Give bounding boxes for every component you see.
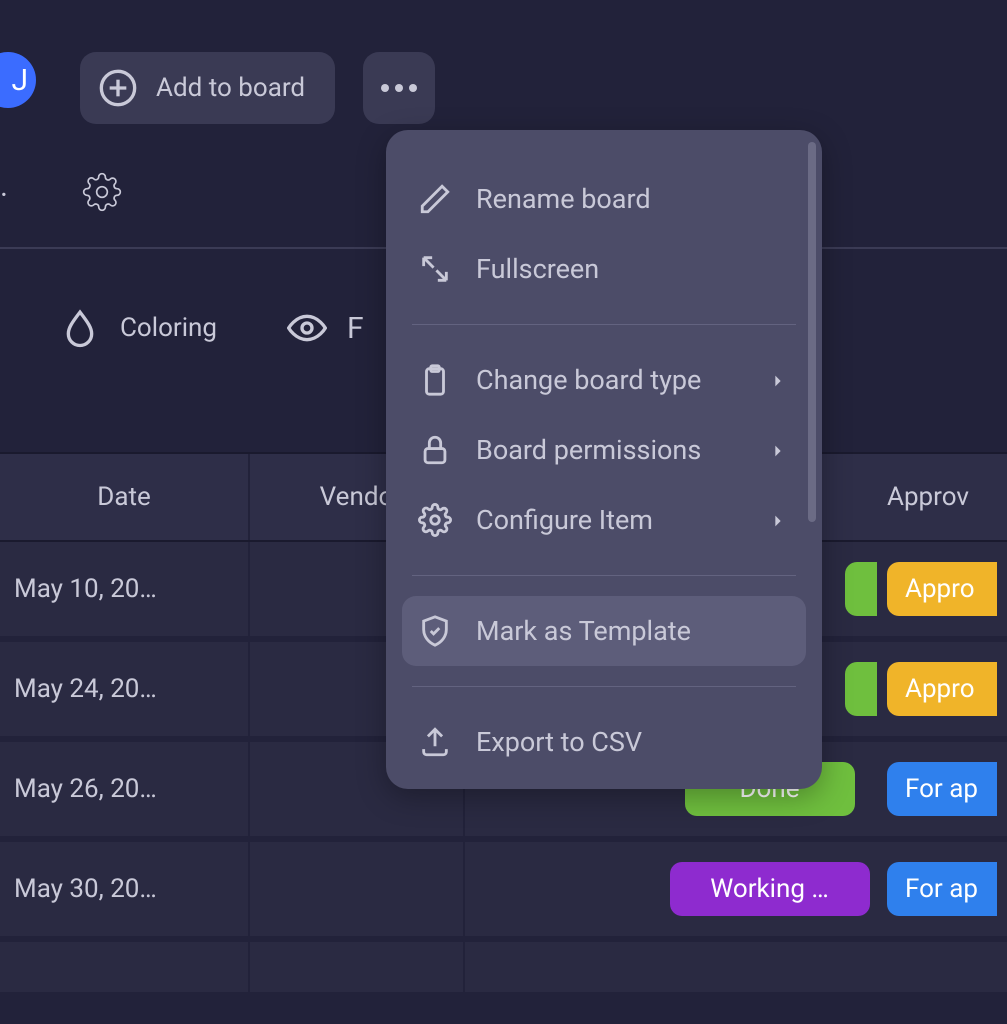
table-row[interactable]: May 30, 20… Working … For ap: [0, 842, 1007, 942]
cell-vendor[interactable]: [250, 842, 465, 936]
status-badge[interactable]: [845, 562, 877, 616]
menu-item-mark-template[interactable]: Mark as Template: [402, 596, 806, 666]
cell-approve[interactable]: Appro: [877, 562, 1007, 616]
shield-check-icon: [418, 614, 452, 648]
menu-item-configure[interactable]: Configure Item: [386, 485, 822, 555]
cell-approve[interactable]: Appro: [877, 662, 1007, 716]
cell-status[interactable]: Working …: [662, 862, 877, 916]
export-icon: [418, 725, 452, 759]
status-badge[interactable]: [845, 662, 877, 716]
chevron-right-icon: [770, 364, 786, 396]
board-context-menu: Rename board Fullscreen Change board typ…: [386, 130, 822, 789]
menu-item-change-type[interactable]: Change board type: [386, 345, 822, 415]
menu-item-fullscreen[interactable]: Fullscreen: [386, 234, 822, 304]
menu-item-rename[interactable]: Rename board: [386, 164, 822, 234]
chevron-right-icon: [770, 504, 786, 536]
gear-icon: [82, 172, 122, 212]
cell-date[interactable]: May 10, 20…: [0, 542, 250, 636]
approve-badge[interactable]: Appro: [887, 662, 997, 716]
fullscreen-icon: [418, 252, 452, 286]
menu-item-permissions[interactable]: Board permissions: [386, 415, 822, 485]
table-row-empty: [0, 942, 1007, 998]
add-to-board-button[interactable]: Add to board: [80, 52, 335, 124]
clipboard-icon: [418, 363, 452, 397]
approve-badge[interactable]: For ap: [887, 862, 997, 916]
column-header-approve[interactable]: Approv: [877, 482, 1007, 512]
approve-badge[interactable]: Appro: [887, 562, 997, 616]
chevron-right-icon: [770, 434, 786, 466]
cell-date[interactable]: May 24, 20…: [0, 642, 250, 736]
gear-icon: [418, 503, 452, 537]
plus-circle-icon: [98, 68, 138, 108]
status-badge[interactable]: Working …: [670, 862, 870, 916]
lock-icon: [418, 433, 452, 467]
menu-item-export-csv[interactable]: Export to CSV: [386, 707, 822, 777]
column-header-date[interactable]: Date: [0, 454, 250, 540]
cell-date[interactable]: May 26, 20…: [0, 742, 250, 836]
more-options-button[interactable]: [363, 52, 435, 124]
cell-approve[interactable]: For ap: [877, 862, 1007, 916]
overflow-indicator: ·: [0, 178, 10, 213]
fields-button[interactable]: F: [287, 308, 364, 348]
approve-badge[interactable]: For ap: [887, 762, 997, 816]
fields-label-partial: F: [347, 311, 364, 346]
cell-date[interactable]: May 30, 20…: [0, 842, 250, 936]
eye-icon: [287, 308, 327, 348]
droplet-icon: [60, 308, 100, 348]
settings-button[interactable]: [82, 172, 122, 219]
coloring-button[interactable]: Coloring: [60, 308, 217, 348]
cell-approve[interactable]: For ap: [877, 762, 1007, 816]
coloring-label: Coloring: [120, 313, 217, 343]
add-to-board-label: Add to board: [156, 73, 305, 103]
ellipsis-icon: [381, 84, 417, 92]
pencil-icon: [418, 182, 452, 216]
